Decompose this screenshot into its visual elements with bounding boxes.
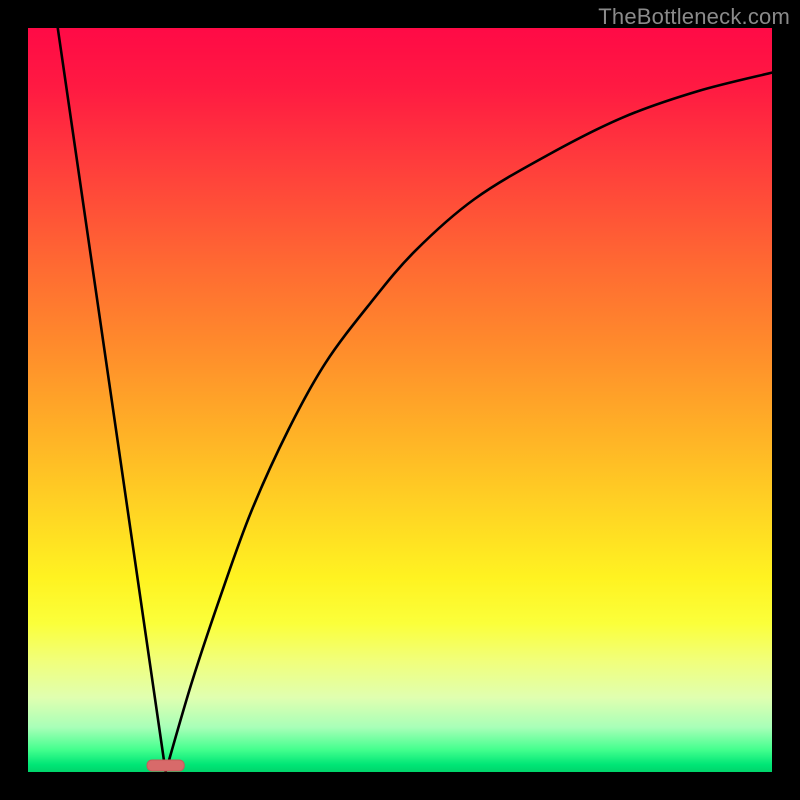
curve-svg — [28, 28, 772, 772]
plot-area — [28, 28, 772, 772]
watermark-text: TheBottleneck.com — [598, 4, 790, 30]
chart-frame: TheBottleneck.com — [0, 0, 800, 800]
bottleneck-marker — [147, 760, 184, 771]
curve-path — [58, 28, 772, 772]
